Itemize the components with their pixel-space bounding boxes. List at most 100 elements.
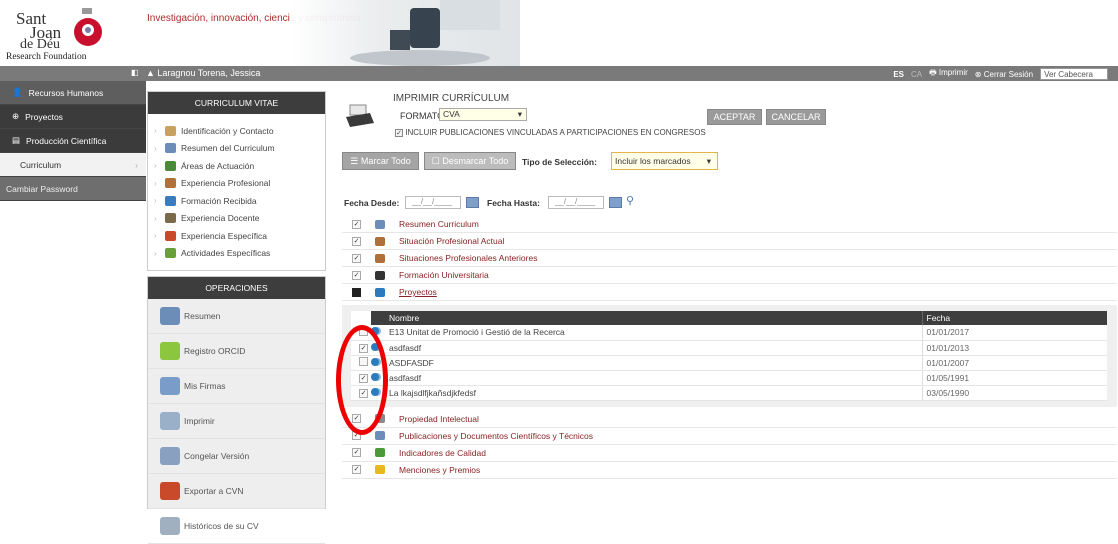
unmark-all-button[interactable]: ☐ Desmarcar Todo [424, 152, 516, 170]
section-label[interactable]: Propiedad Intelectual [399, 414, 479, 424]
user-name-text: Laragnou Torena, Jessica [157, 68, 261, 78]
sidebar-item-recursos-humanos[interactable]: 👤 Recursos Humanos [0, 81, 146, 105]
mark-all-button[interactable]: ☰ Marcar Todo [342, 152, 419, 170]
sections-bottom-group: ✓ Propiedad Intelectual ✓ Publicaciones y D… [342, 411, 1117, 479]
format-select-value: CVA [443, 109, 460, 119]
mark-all-label: Marcar Todo [360, 156, 411, 166]
section-checkbox[interactable] [352, 287, 361, 297]
operation-label: Registro ORCID [184, 346, 246, 356]
section-label[interactable]: Menciones y Premios [399, 465, 480, 475]
operation-item[interactable]: Imprimir [148, 404, 325, 439]
col-date-header[interactable]: Fecha [921, 311, 1107, 325]
print-link[interactable]: 🖶 Imprimir [929, 67, 968, 81]
section-label[interactable]: Situaciones Profesionales Anteriores [399, 253, 537, 263]
table-row: ✓ La lkajsdlfjkañsdjkfedsf 03/05/1990 [351, 385, 1107, 401]
operation-item[interactable]: Congelar Versión [148, 439, 325, 474]
operation-item[interactable]: Históricos de su CV [148, 509, 325, 544]
section-icon [165, 213, 176, 224]
section-label[interactable]: Publicaciones y Documentos Científicos y… [399, 431, 593, 441]
row-date: 01/01/2007 [921, 355, 1107, 371]
bullet-icon: › [154, 161, 157, 171]
list-icon: ☐ [431, 156, 440, 166]
operations-panel: OPERACIONES Resumen Registro ORCID Mis Fir… [147, 276, 326, 544]
operation-icon [160, 482, 180, 500]
calendar-icon[interactable] [466, 197, 479, 208]
section-icon [375, 287, 385, 297]
operation-label: Resumen [184, 311, 221, 321]
section-icon [165, 195, 176, 206]
cv-section-item[interactable]: › Áreas de Actuación [154, 157, 325, 175]
section-label[interactable]: Formación Universitaria [399, 270, 489, 280]
date-to-input[interactable]: __/__/____ [548, 196, 604, 209]
include-congress-checkbox[interactable]: ✓ INCLUIR PUBLICACIONES VINCULADAS A PAR… [395, 128, 706, 137]
operation-item[interactable]: Mis Firmas [148, 369, 325, 404]
cv-section-row: ✓ Resumen Curriculum [342, 216, 1117, 233]
section-icon [165, 178, 176, 189]
section-label[interactable]: Resumen Curriculum [399, 219, 479, 229]
sidebar-item-curriculum[interactable]: Curriculum › [0, 153, 146, 177]
section-icon [375, 236, 385, 246]
lang-ca-link[interactable]: CA [911, 70, 922, 79]
include-congress-check[interactable]: ✓ [395, 129, 403, 137]
operation-icon [160, 412, 180, 430]
cv-section-item[interactable]: › Identificación y Contacto [154, 122, 325, 140]
selection-type-select[interactable]: Incluir los marcados ▾ [611, 152, 718, 170]
cv-section-item[interactable]: › Experiencia Específica [154, 227, 325, 245]
operations-list: Resumen Registro ORCID Mis Firmas Imprimir C… [148, 299, 325, 544]
top-bar: ◧ ▲ Laragnou Torena, Jessica ES CA 🖶 Imp… [0, 66, 1118, 81]
date-from-input[interactable]: __/__/____ [405, 196, 461, 209]
list-icon: ☰ [350, 156, 359, 166]
logout-link[interactable]: ⊗ Cerrar Sesión [975, 70, 1033, 79]
bullet-icon: › [154, 126, 157, 136]
section-icon [165, 125, 176, 136]
cv-section-row: ✓ Menciones y Premios [342, 462, 1117, 479]
format-select[interactable]: CVA ▾ [439, 108, 527, 121]
operation-item[interactable]: Exportar a CVN [148, 474, 325, 509]
table-header-cell [371, 311, 385, 325]
row-date: 01/01/2017 [921, 325, 1107, 341]
row-name[interactable]: asdfasdf [385, 370, 922, 386]
page-header: Sant Joan de Déu Research Foundation Inv… [0, 0, 1118, 66]
row-date: 01/05/1991 [921, 370, 1107, 386]
cv-section-item[interactable]: › Formación Recibida [154, 192, 325, 210]
cv-section-item[interactable]: › Resumen del Curriculum [154, 140, 325, 158]
accept-button[interactable]: ACEPTAR [707, 109, 762, 125]
row-name[interactable]: La lkajsdlfjkañsdjkfedsf [385, 385, 922, 401]
section-label[interactable]: Situación Profesional Actual [399, 236, 504, 246]
unmark-all-label: Desmarcar Todo [442, 156, 509, 166]
search-icon[interactable]: ⚲ [626, 194, 634, 207]
section-checkbox[interactable]: ✓ [352, 448, 361, 457]
calendar-icon[interactable] [609, 197, 622, 208]
operation-item[interactable]: Registro ORCID [148, 334, 325, 369]
cv-section-item[interactable]: › Actividades Específicas [154, 245, 325, 263]
sidebar-item-label: Proyectos [25, 111, 63, 122]
operation-label: Exportar a CVN [184, 486, 244, 496]
operation-icon [160, 377, 180, 395]
cancel-button[interactable]: CANCELAR [766, 109, 826, 125]
cv-section-item[interactable]: › Experiencia Profesional [154, 175, 325, 193]
view-header-select[interactable]: Ver Cabecera [1040, 68, 1108, 80]
section-label[interactable]: Proyectos [399, 287, 437, 297]
section-checkbox[interactable]: ✓ [352, 253, 361, 263]
operation-item[interactable]: Resumen [148, 299, 325, 334]
operation-label: Imprimir [184, 416, 215, 426]
sidebar-item-cambiar-password[interactable]: Cambiar Password [0, 177, 146, 201]
section-checkbox[interactable]: ✓ [352, 465, 361, 474]
section-checkbox[interactable]: ✓ [352, 236, 361, 246]
cv-section-label: Formación Recibida [181, 195, 257, 206]
ops-panel-title: OPERACIONES [148, 277, 325, 299]
sidebar: 👤 Recursos Humanos ⊕ Proyectos ▤ Producc… [0, 81, 146, 509]
sidebar-item-proyectos[interactable]: ⊕ Proyectos [0, 105, 146, 129]
row-name[interactable]: E13 Unitat de Promoció i Gestió de la Re… [385, 325, 922, 341]
col-name-header[interactable]: Nombre [385, 311, 922, 325]
section-checkbox[interactable]: ✓ [352, 270, 361, 280]
lang-es-link[interactable]: ES [893, 70, 904, 79]
collapse-icon[interactable]: ◧ [131, 68, 139, 77]
cv-section-item[interactable]: › Experiencia Docente [154, 210, 325, 228]
section-label[interactable]: Indicadores de Calidad [399, 448, 486, 458]
row-name[interactable]: asdfasdf [385, 340, 922, 356]
row-name[interactable]: ASDFASDF [385, 355, 922, 371]
section-checkbox[interactable]: ✓ [352, 219, 361, 229]
sidebar-item-produccion-cientifica[interactable]: ▤ Producción Científica [0, 129, 146, 153]
sjd-emblem-icon [74, 8, 102, 46]
